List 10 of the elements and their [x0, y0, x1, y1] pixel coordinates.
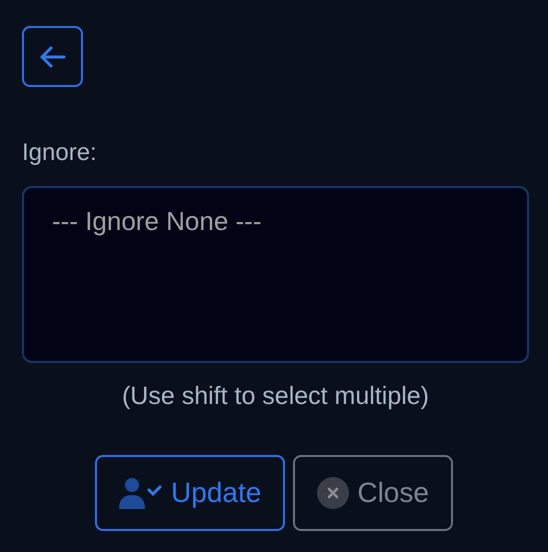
user-check-icon — [119, 476, 164, 508]
field-label: Ignore: — [22, 138, 97, 168]
list-field[interactable]: --- Ignore None --- — [22, 186, 529, 363]
close-icon — [317, 476, 350, 508]
update-button[interactable]: Update — [95, 454, 286, 530]
hint-text: (Use shift to select multiple) — [120, 381, 430, 412]
back-button[interactable] — [22, 26, 83, 87]
back-arrow-icon — [40, 46, 66, 68]
list-option[interactable]: --- Ignore None --- — [24, 202, 290, 240]
close-button[interactable]: Close — [293, 454, 453, 530]
